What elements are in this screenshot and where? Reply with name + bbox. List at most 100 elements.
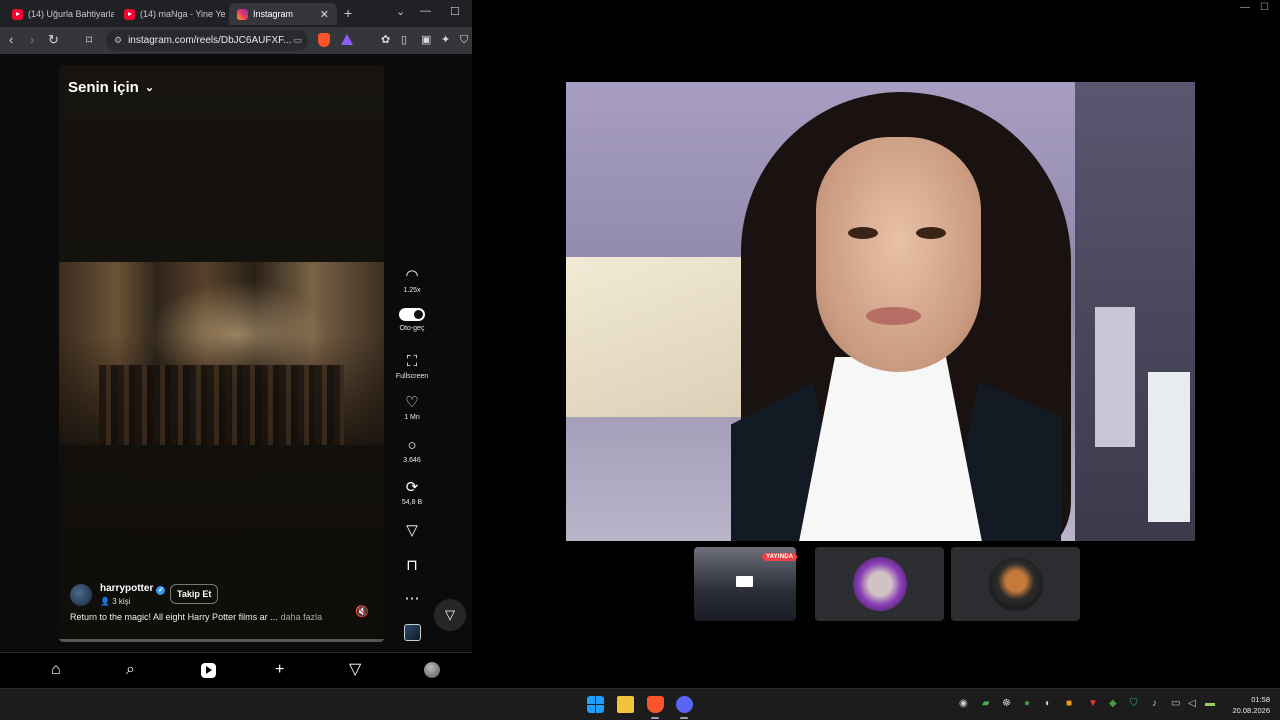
discord-stream-window: — ☐ YAYINDA [472,0,1280,688]
reload-button[interactable]: ↻ [48,32,59,48]
reels-icon[interactable] [201,663,216,678]
tab-instagram[interactable]: Instagram ✕ [229,3,337,25]
mute-icon[interactable]: 🔇 [355,605,369,618]
stream-video[interactable] [566,82,1195,541]
browser-toolbar: ‹ › ↻ ⌑ ⚙ instagram.com/reels/DbJC6AUFXF… [0,27,472,54]
send-icon: ▽ [445,607,455,622]
shield-icon[interactable]: ⛉ [1130,698,1138,710]
leo-ai-icon[interactable]: ✦ [441,32,450,48]
more-options-button[interactable]: ⋯ [392,591,432,610]
follow-button[interactable]: Takip Et [170,584,219,604]
tray-app-icon[interactable]: ◆ [1109,698,1117,710]
share-button[interactable]: ▽ [392,523,432,542]
participant-tile[interactable] [951,547,1080,621]
back-button[interactable]: ‹ [9,32,13,48]
brave-shields-icon[interactable] [318,33,330,47]
autoplay-label: Oto-geç [399,325,425,332]
windows-start-icon[interactable] [587,696,604,713]
reel-player[interactable]: Senin için ⌄ harrypotter ✓ 👤 3 kişi Takip… [59,65,384,642]
extensions-icon[interactable]: ✿ [381,32,390,48]
wallet-icon[interactable]: ▣ [421,32,431,48]
messages-button[interactable]: ▽ [434,599,466,631]
bottom-nav: ⌂ ⌕ + ▽ [0,652,472,688]
tab-title: (14) maNga - Yine Yer [140,9,226,19]
save-button[interactable]: ⊓ [392,558,432,577]
instagram-page: Senin için ⌄ harrypotter ✓ 👤 3 kişi Takip… [0,54,472,688]
vpn-icon[interactable]: ⛉ [460,32,468,48]
brave-rewards-icon[interactable] [341,34,353,45]
screen-share-icon [736,576,753,587]
person-eye [848,227,878,239]
tab-youtube-2[interactable]: (14) maNga - Yine Yer [116,3,226,25]
person-face [816,137,981,372]
brave-browser-icon[interactable] [647,696,664,713]
tray-app-icon[interactable]: ◉ [959,698,968,710]
comment-button[interactable]: ○ 3.646 [392,437,432,465]
like-button[interactable]: ♡ 1 Mn [392,394,432,422]
heart-icon: ♡ [405,394,419,411]
participant-tile[interactable] [815,547,944,621]
reel-progress-bar[interactable] [59,639,384,642]
toggle-switch[interactable] [399,308,425,321]
forward-button[interactable]: › [30,32,34,48]
sidebar-icon[interactable]: ▯ [401,32,407,48]
author-username[interactable]: harrypotter [100,583,153,594]
tray-app-icon[interactable]: ▼ [1088,698,1098,710]
feed-selector[interactable]: Senin için ⌄ [68,79,154,96]
send-icon: ▽ [406,522,418,539]
network-icon[interactable]: ▭ [1171,698,1180,710]
tray-app-icon[interactable]: ● [1024,698,1030,710]
active-app-indicator [651,717,659,719]
bookmark-icon[interactable]: ⌑ [86,32,92,48]
people-icon: 👤 [100,597,113,606]
tray-app-icon[interactable]: ■ [1066,698,1072,710]
system-clock[interactable]: 01:58 20.08.2026 [1232,694,1270,716]
background-shelf [1095,307,1135,447]
minimize-button[interactable]: — [420,5,431,17]
avatar[interactable] [70,583,92,606]
caption-more-link[interactable]: daha fazla [281,612,323,622]
address-bar[interactable]: ⚙ instagram.com/reels/DbJC6AUFXF... ▭ [106,30,308,51]
feed-title: Senin için [68,79,139,96]
fullscreen-button[interactable]: ⛶ Fullscreen [392,354,432,381]
tab-youtube-1[interactable]: (14) Uğurla Bahtiyarla [4,3,114,25]
cast-icon[interactable]: ▭ [293,35,302,46]
new-tab-button[interactable]: + [344,5,352,21]
site-info-icon[interactable]: ⚙ [114,35,122,46]
maximize-button[interactable]: ☐ [1260,2,1269,13]
speed-button[interactable]: ◠ 1.25x [392,267,432,295]
bookmark-icon: ⊓ [406,557,418,574]
tray-app-icon[interactable]: ☸ [1002,698,1011,710]
chevron-down-icon[interactable]: ⌄ [396,5,405,18]
battery-icon[interactable]: ▬ [1205,698,1215,710]
minimize-button[interactable]: — [1240,2,1250,13]
search-icon[interactable]: ⌕ [126,661,135,679]
background-box [1148,372,1190,522]
profile-avatar[interactable] [424,662,440,678]
direct-messages-icon[interactable]: ▽ [349,661,361,679]
close-icon[interactable]: ✕ [320,8,329,21]
tab-title: Instagram [253,9,294,19]
discord-icon[interactable] [676,696,693,713]
tray-app-icon[interactable]: ▰ [982,698,990,710]
caption-text: Return to the magic! All eight Harry Pot… [70,612,278,622]
speedometer-icon: ◠ [405,267,419,284]
comment-icon: ○ [407,437,417,454]
reel-author[interactable]: harrypotter ✓ 👤 3 kişi [70,583,166,606]
home-icon[interactable]: ⌂ [51,661,61,679]
clock-date: 20.08.2026 [1232,706,1270,715]
create-icon[interactable]: + [275,661,284,679]
volume-icon[interactable]: ◁ [1188,698,1196,710]
speed-label: 1.25x [403,287,421,294]
chevron-down-icon: ⌄ [144,82,155,94]
repost-button[interactable]: ⟳ 54,8 B [392,480,432,507]
audio-thumbnail[interactable] [404,624,421,641]
tray-app-icon[interactable]: ◐ [1045,698,1051,710]
more-icon: ⋯ [404,590,420,607]
reel-video-frame[interactable] [59,262,384,445]
autoplay-toggle[interactable]: Oto-geç [392,308,432,332]
file-explorer-icon[interactable] [617,696,634,713]
maximize-button[interactable]: ☐ [450,5,460,18]
avatar [853,557,907,611]
microphone-icon[interactable]: ♪ [1152,698,1157,710]
